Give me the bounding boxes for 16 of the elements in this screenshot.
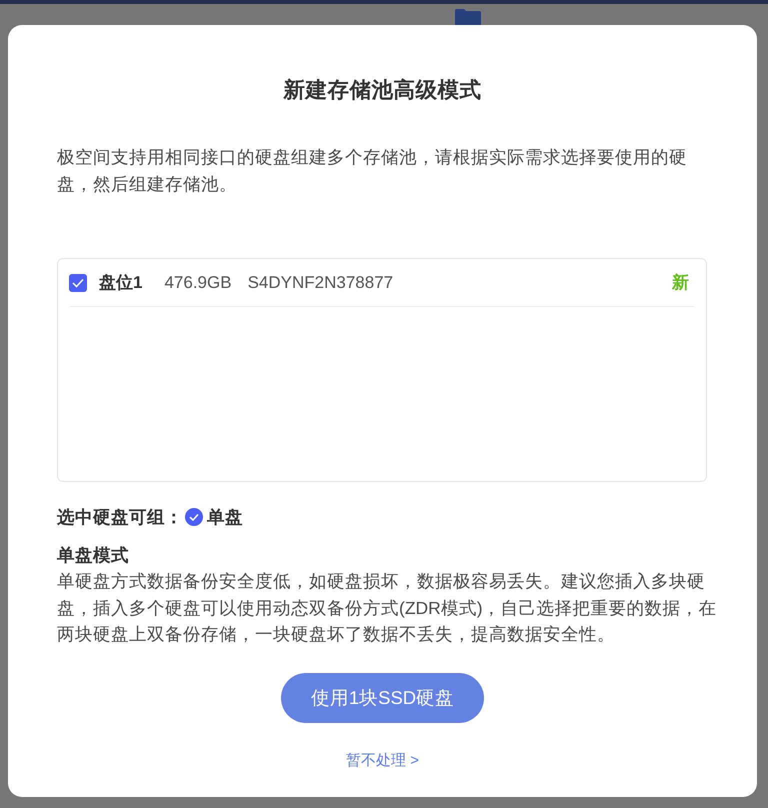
check-circle-icon[interactable]: [185, 508, 203, 526]
pool-type-option[interactable]: 单盘: [207, 505, 243, 529]
mode-title: 单盘模式: [57, 544, 129, 567]
disk-capacity: 476.9GB: [164, 272, 232, 292]
selection-label: 选中硬盘可组：: [57, 506, 183, 529]
use-disk-button[interactable]: 使用1块SSD硬盘: [280, 672, 484, 722]
disk-slot-label: 盘位1: [99, 272, 142, 294]
mode-description: 单硬盘方式数据备份安全度低，如硬盘损坏，数据极容易丢失。建议您插入多块硬盘，插入多个硬盘可以使用动态双备份方式(ZDR模式)，自己选择把重要的数据，在两块硬盘上双备份存储，一块硬盘坏了数据不丢失，提高数据安全性。: [57, 570, 717, 646]
folder-icon: [455, 9, 481, 25]
skip-link[interactable]: 暂不处理 >: [346, 750, 419, 770]
disk-checkbox[interactable]: [69, 274, 87, 292]
dialog-title: 新建存储池高级模式: [284, 77, 482, 104]
new-disk-tag: 新: [672, 271, 689, 294]
dialog-description: 极空间支持用相同接口的硬盘组建多个存储池，请根据实际需求选择要使用的硬盘，然后组建存储池。: [57, 146, 688, 196]
disk-serial-number: S4DYNF2N378877: [248, 272, 394, 292]
disk-row[interactable]: 盘位1 476.9GB S4DYNF2N378877 新: [69, 259, 695, 307]
